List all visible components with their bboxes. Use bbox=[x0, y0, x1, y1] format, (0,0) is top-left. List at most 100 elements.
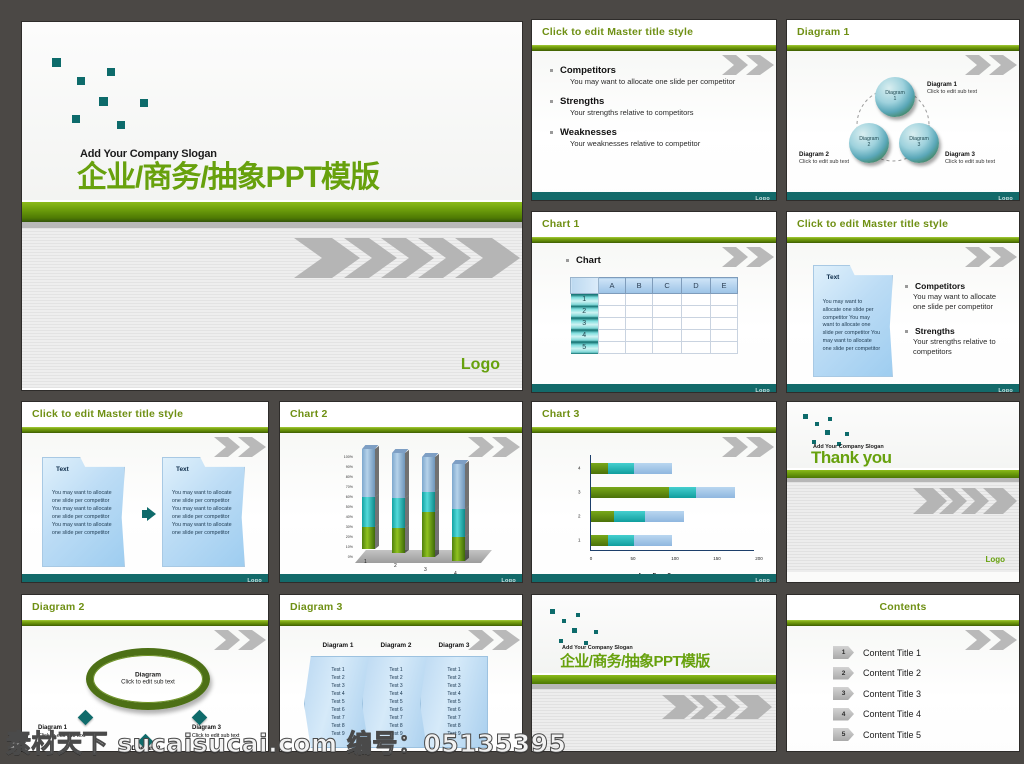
horizontal-bar-chart[interactable]: 4 3 2 1 0 50 100 150 200 bbox=[574, 455, 763, 579]
folder-shape[interactable]: Text You may want to allocate one slide … bbox=[813, 265, 893, 377]
y-tick: 3 bbox=[578, 489, 581, 495]
list-item[interactable]: 5 Content Title 5 bbox=[833, 728, 1019, 741]
bar-series[interactable] bbox=[452, 460, 469, 561]
folder-label: Text bbox=[55, 465, 69, 473]
table-cell[interactable] bbox=[597, 341, 627, 354]
slide-thank-you[interactable]: Add Your Company Slogan Thank you Logo bbox=[787, 402, 1019, 582]
table-cell[interactable] bbox=[709, 317, 739, 330]
table-cell[interactable] bbox=[709, 305, 739, 318]
data-table[interactable]: A B C D E 1 2 3 4 5 bbox=[570, 277, 739, 354]
thankyou-gray-area: Logo bbox=[787, 478, 1019, 572]
table-cell[interactable] bbox=[681, 293, 711, 306]
table-cell[interactable] bbox=[652, 341, 683, 354]
bar-row[interactable] bbox=[591, 463, 672, 474]
chevron-band-icon bbox=[662, 695, 772, 719]
slide-chart-3[interactable]: Chart 3 4 3 2 1 0 50 100 150 200 Logo bbox=[532, 402, 776, 582]
table-cell[interactable] bbox=[681, 341, 711, 354]
table-cell[interactable] bbox=[597, 305, 627, 318]
table-cell[interactable] bbox=[625, 305, 654, 318]
label-head: Diagram 2 bbox=[131, 746, 161, 751]
slide-mini-cover[interactable]: Add Your Company Slogan 企业/商务/抽象PPT模版 bbox=[532, 595, 776, 751]
diagram-ellipse[interactable]: Diagram Click to edit sub text bbox=[86, 648, 210, 710]
table-row[interactable]: 5 bbox=[570, 341, 739, 354]
table-cell[interactable] bbox=[625, 317, 654, 330]
bar-row[interactable] bbox=[591, 535, 672, 546]
slide-folder-competitors[interactable]: Click to edit Master title style Text Yo… bbox=[787, 212, 1019, 392]
folder-shape-left[interactable]: Text You may want to allocate one slide … bbox=[42, 457, 125, 567]
list-item[interactable]: 2 Content Title 2 bbox=[833, 666, 1019, 680]
list-item[interactable]: 4 Content Title 4 bbox=[833, 707, 1019, 721]
table-cell[interactable] bbox=[597, 329, 627, 342]
table-cell[interactable] bbox=[709, 293, 739, 306]
table-row[interactable]: 1 bbox=[570, 293, 739, 306]
bar-series[interactable] bbox=[392, 449, 409, 553]
diagram-node[interactable]: Diagram 2 bbox=[849, 123, 889, 163]
diagram-node[interactable]: Diagram 1 bbox=[875, 77, 915, 117]
green-rule bbox=[280, 426, 522, 433]
panel-item: Test 6 bbox=[389, 707, 403, 713]
panel-shape[interactable]: Test 1 Test 2 Test 3 Test 4 Test 5 Test … bbox=[362, 656, 430, 748]
diamond-node-icon[interactable] bbox=[191, 709, 208, 726]
bar-row[interactable] bbox=[591, 487, 735, 498]
x-tick: 1 bbox=[364, 559, 367, 565]
diagram-label: Diagram 3 Click to edit sub text bbox=[192, 725, 262, 740]
green-rule bbox=[22, 426, 268, 433]
panel-item: Test 5 bbox=[331, 699, 345, 705]
panel-title: Diagram 3 bbox=[438, 642, 470, 649]
bar-series[interactable] bbox=[362, 445, 379, 549]
slide-title-bar: Click to edit Master title style bbox=[787, 212, 1019, 236]
list-item[interactable]: 3 Content Title 3 bbox=[833, 687, 1019, 700]
contents-number-badge: 1 bbox=[833, 646, 854, 659]
bullet-head: Weaknesses bbox=[550, 127, 764, 138]
mini-cover-hero: Add Your Company Slogan 企业/商务/抽象PPT模版 bbox=[532, 595, 776, 673]
table-cell[interactable] bbox=[597, 317, 627, 330]
slide-chart-2[interactable]: Chart 2 100% 90% 80% 70% 60% 50% 40% 30%… bbox=[280, 402, 522, 582]
table-cell[interactable] bbox=[597, 293, 627, 306]
slide-contents[interactable]: Contents 1 Content Title 1 2 Content Tit… bbox=[787, 595, 1019, 751]
table-cell[interactable] bbox=[652, 293, 683, 306]
slide-cover[interactable]: Add Your Company Slogan 企业/商务/抽象PPT模版 Lo… bbox=[22, 22, 522, 390]
bullet-sub: Your strengths relative to competitors bbox=[913, 337, 996, 357]
table-cell[interactable] bbox=[652, 317, 683, 330]
footer-logo: Logo bbox=[247, 577, 262, 583]
x-tick: 2 bbox=[394, 563, 397, 569]
slide-diagram-3[interactable]: Diagram 3 Diagram 1 Test 1 Test 2 Test 3… bbox=[280, 595, 522, 751]
table-cell[interactable] bbox=[625, 293, 654, 306]
table-cell[interactable] bbox=[709, 329, 739, 342]
chevron-pair-icon bbox=[214, 630, 266, 650]
panel-item: Test 4 bbox=[447, 691, 461, 697]
diamond-node-icon[interactable] bbox=[77, 709, 94, 726]
panel-shape[interactable]: Test 1 Test 2 Test 3 Test 4 Test 5 Test … bbox=[304, 656, 372, 748]
table-cell[interactable] bbox=[652, 305, 683, 318]
folder-shape-right[interactable]: Text You may want to allocate one slide … bbox=[162, 457, 245, 567]
slide-title: Diagram 1 bbox=[797, 26, 850, 38]
panel-item: Test 3 bbox=[331, 683, 345, 689]
table-cell[interactable] bbox=[625, 341, 654, 354]
folder-label: Text bbox=[826, 273, 840, 281]
slide-competitors-bullets[interactable]: Click to edit Master title style Competi… bbox=[532, 20, 776, 200]
table-row[interactable]: 3 bbox=[570, 317, 739, 330]
panel-shape[interactable]: Test 1 Test 2 Test 3 Test 4 Test 5 Test … bbox=[420, 656, 488, 748]
table-row[interactable]: 4 bbox=[570, 329, 739, 342]
bar-chart-3d[interactable]: 100% 90% 80% 70% 60% 50% 40% 30% 20% 10%… bbox=[334, 445, 492, 579]
slide-deck-board: Add Your Company Slogan 企业/商务/抽象PPT模版 Lo… bbox=[0, 0, 1024, 764]
table-cell[interactable] bbox=[709, 341, 739, 354]
table-cell[interactable] bbox=[625, 329, 654, 342]
panel-item: Test 7 bbox=[331, 715, 345, 721]
table-cell[interactable] bbox=[652, 329, 683, 342]
table-col-header: E bbox=[709, 277, 739, 294]
slide-diagram-2[interactable]: Diagram 2 Diagram Click to edit sub text… bbox=[22, 595, 268, 751]
diagram-node[interactable]: Diagram 3 bbox=[899, 123, 939, 163]
green-rule bbox=[787, 44, 1019, 51]
table-cell[interactable] bbox=[681, 305, 711, 318]
panel-item: Test 1 bbox=[331, 667, 345, 673]
table-cell[interactable] bbox=[681, 329, 711, 342]
panel-item: Test 4 bbox=[331, 691, 345, 697]
slide-diagram-1[interactable]: Diagram 1 Diagram 1 Diagram 2 Diagram 3 … bbox=[787, 20, 1019, 200]
slide-two-folders[interactable]: Click to edit Master title style Text Yo… bbox=[22, 402, 268, 582]
table-cell[interactable] bbox=[681, 317, 711, 330]
table-row[interactable]: 2 bbox=[570, 305, 739, 318]
bar-series[interactable] bbox=[422, 453, 439, 557]
bar-row[interactable] bbox=[591, 511, 684, 522]
slide-chart-1[interactable]: Chart 1 Chart A B C D E 1 2 3 4 5 Logo bbox=[532, 212, 776, 392]
